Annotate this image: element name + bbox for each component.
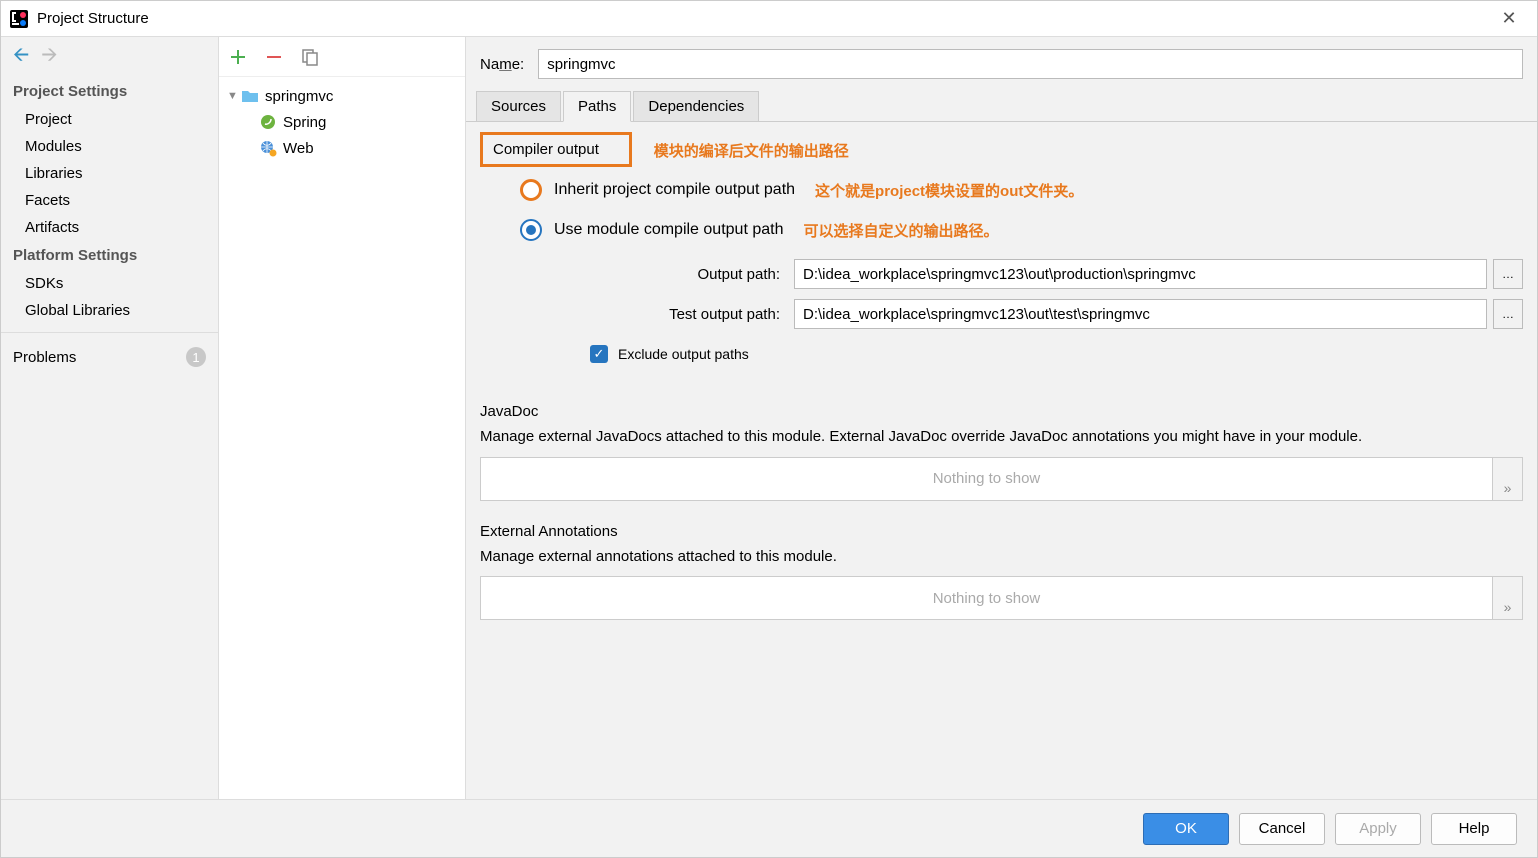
annotation-inherit: 这个就是project模块设置的out文件夹。 bbox=[815, 180, 1083, 201]
intellij-icon bbox=[9, 9, 29, 29]
javadoc-group: JavaDoc Manage external JavaDocs attache… bbox=[480, 403, 1523, 501]
remove-icon[interactable] bbox=[265, 48, 283, 66]
ok-button[interactable]: OK bbox=[1143, 813, 1229, 845]
name-row: Name: bbox=[466, 37, 1537, 91]
project-structure-window: Project Structure ✕ 🡨 🡪 Project Settings… bbox=[0, 0, 1538, 858]
window-title: Project Structure bbox=[37, 10, 1489, 27]
external-annotations-group: External Annotations Manage external ann… bbox=[480, 523, 1523, 621]
sidebar-item-problems[interactable]: Problems 1 bbox=[1, 341, 218, 373]
nav-arrows: 🡨 🡪 bbox=[1, 37, 218, 77]
sidebar-item-modules[interactable]: Modules bbox=[1, 133, 218, 160]
sidebar-item-libraries[interactable]: Libraries bbox=[1, 160, 218, 187]
exclude-label: Exclude output paths bbox=[618, 346, 749, 362]
compiler-output-title: Compiler output bbox=[480, 132, 632, 167]
tab-sources[interactable]: Sources bbox=[476, 91, 561, 122]
folder-icon bbox=[241, 87, 259, 105]
help-button[interactable]: Help bbox=[1431, 813, 1517, 845]
tree-root-label: springmvc bbox=[265, 88, 333, 105]
spring-icon bbox=[259, 113, 277, 131]
apply-button[interactable]: Apply bbox=[1335, 813, 1421, 845]
output-path-browse-button[interactable]: … bbox=[1493, 259, 1523, 289]
radio-use-module-row[interactable]: Use module compile output path 可以选择自定义的输… bbox=[520, 219, 1523, 241]
radio-inherit[interactable] bbox=[520, 179, 542, 201]
javadoc-desc: Manage external JavaDocs attached to thi… bbox=[480, 426, 1523, 449]
tab-body-paths: Compiler output 模块的编译后文件的输出路径 Inherit pr… bbox=[466, 121, 1537, 799]
tree-item-label: Spring bbox=[283, 114, 326, 131]
external-placeholder: Nothing to show bbox=[480, 576, 1493, 620]
sidebar-item-artifacts[interactable]: Artifacts bbox=[1, 214, 218, 241]
external-box: Nothing to show » bbox=[480, 576, 1523, 620]
name-input[interactable] bbox=[538, 49, 1523, 79]
body: 🡨 🡪 Project Settings Project Modules Lib… bbox=[1, 37, 1537, 799]
sidebar-item-facets[interactable]: Facets bbox=[1, 187, 218, 214]
close-icon[interactable]: ✕ bbox=[1489, 8, 1529, 29]
javadoc-box: Nothing to show » bbox=[480, 457, 1523, 501]
tab-paths[interactable]: Paths bbox=[563, 91, 631, 122]
nav-back-icon[interactable]: 🡨 bbox=[13, 40, 29, 74]
javadoc-title: JavaDoc bbox=[480, 403, 1523, 420]
tabs: Sources Paths Dependencies bbox=[466, 91, 1537, 122]
main-panel: Name: Sources Paths Dependencies Compile… bbox=[466, 37, 1537, 799]
test-output-path-row: Test output path: … bbox=[580, 299, 1523, 329]
nav-forward-icon[interactable]: 🡪 bbox=[41, 40, 57, 74]
annotation-use-module: 可以选择自定义的输出路径。 bbox=[803, 220, 998, 241]
platform-settings-heading: Platform Settings bbox=[1, 241, 218, 270]
web-icon bbox=[259, 139, 277, 157]
test-output-path-browse-button[interactable]: … bbox=[1493, 299, 1523, 329]
radio-use-module-label: Use module compile output path bbox=[554, 221, 783, 239]
name-label: Name: bbox=[480, 56, 524, 73]
compiler-output-heading-row: Compiler output 模块的编译后文件的输出路径 bbox=[480, 132, 1523, 169]
footer: OK Cancel Apply Help bbox=[1, 799, 1537, 857]
add-icon[interactable] bbox=[229, 48, 247, 66]
external-expand-icon[interactable]: » bbox=[1493, 576, 1523, 620]
caret-down-icon[interactable]: ▼ bbox=[227, 90, 241, 102]
tab-dependencies[interactable]: Dependencies bbox=[633, 91, 759, 122]
titlebar: Project Structure ✕ bbox=[1, 1, 1537, 37]
tree-item-web[interactable]: Web bbox=[219, 135, 465, 161]
radio-use-module[interactable] bbox=[520, 219, 542, 241]
copy-icon[interactable] bbox=[301, 48, 319, 66]
exclude-checkbox[interactable]: ✓ bbox=[590, 345, 608, 363]
problems-count-badge: 1 bbox=[186, 347, 206, 367]
sidebar: 🡨 🡪 Project Settings Project Modules Lib… bbox=[1, 37, 219, 799]
external-title: External Annotations bbox=[480, 523, 1523, 540]
sidebar-divider bbox=[1, 332, 218, 333]
sidebar-item-project[interactable]: Project bbox=[1, 106, 218, 133]
compile-output-options: Inherit project compile output path 这个就是… bbox=[480, 169, 1523, 395]
sidebar-item-global-libraries[interactable]: Global Libraries bbox=[1, 297, 218, 324]
project-settings-heading: Project Settings bbox=[1, 77, 218, 106]
tree-root[interactable]: ▼ springmvc bbox=[219, 83, 465, 109]
module-tree: ▼ springmvc Spring Web bbox=[219, 77, 465, 167]
exclude-output-row[interactable]: ✓ Exclude output paths bbox=[590, 345, 1523, 363]
output-path-row: Output path: … bbox=[580, 259, 1523, 289]
test-output-path-label: Test output path: bbox=[580, 306, 780, 323]
cancel-button[interactable]: Cancel bbox=[1239, 813, 1325, 845]
problems-label: Problems bbox=[13, 349, 76, 366]
external-desc: Manage external annotations attached to … bbox=[480, 546, 1523, 569]
module-tree-panel: ▼ springmvc Spring Web bbox=[219, 37, 466, 799]
radio-inherit-row[interactable]: Inherit project compile output path 这个就是… bbox=[520, 179, 1523, 201]
sidebar-item-sdks[interactable]: SDKs bbox=[1, 270, 218, 297]
test-output-path-input[interactable] bbox=[794, 299, 1487, 329]
output-path-input[interactable] bbox=[794, 259, 1487, 289]
output-path-label: Output path: bbox=[580, 266, 780, 283]
javadoc-placeholder: Nothing to show bbox=[480, 457, 1493, 501]
tree-item-spring[interactable]: Spring bbox=[219, 109, 465, 135]
javadoc-expand-icon[interactable]: » bbox=[1493, 457, 1523, 501]
radio-inherit-label: Inherit project compile output path bbox=[554, 181, 795, 199]
tree-item-label: Web bbox=[283, 140, 314, 157]
annotation-compiler-output: 模块的编译后文件的输出路径 bbox=[654, 143, 849, 160]
tree-toolbar bbox=[219, 37, 465, 77]
